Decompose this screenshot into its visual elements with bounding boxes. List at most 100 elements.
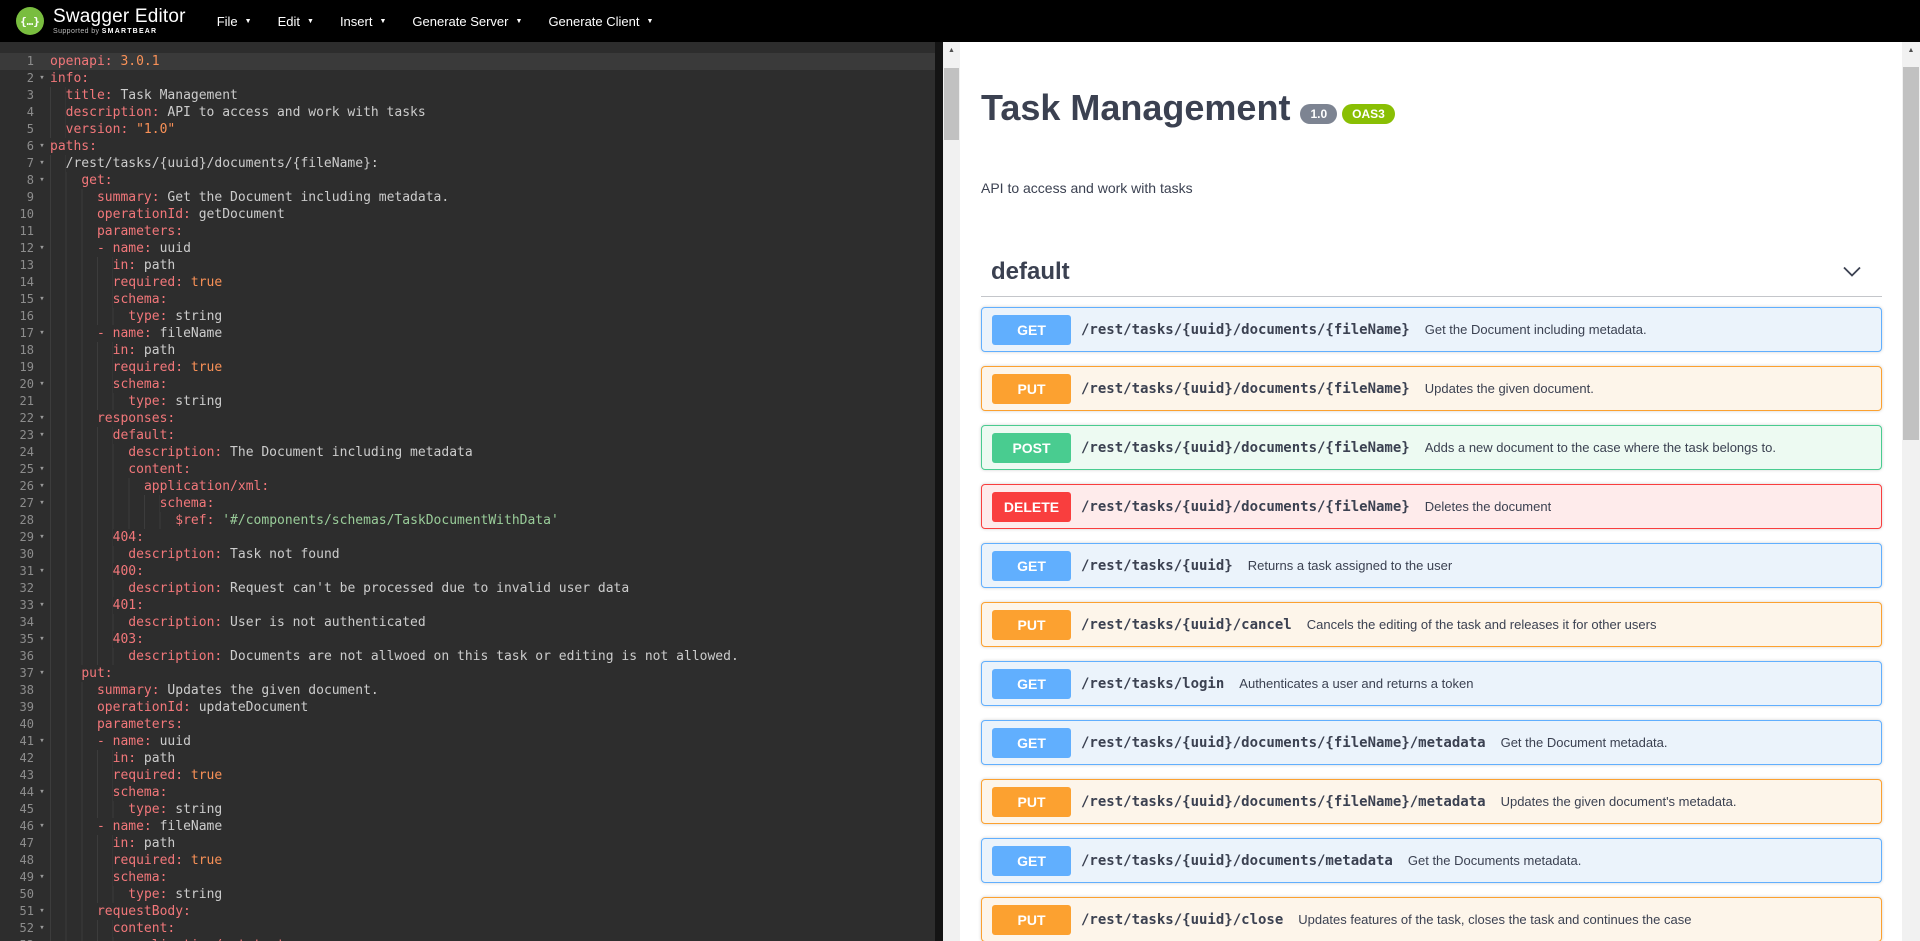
operation-row[interactable]: POST/rest/tasks/{uuid}/documents/{fileNa…: [981, 425, 1882, 470]
code-line-text: in: path: [50, 835, 935, 852]
editor-line: 35▾403:: [0, 631, 935, 648]
editor-line: 31▾400:: [0, 563, 935, 580]
line-number: 8: [0, 172, 34, 189]
fold-caret-icon[interactable]: ▾: [34, 240, 50, 257]
code-line-text: paths:: [50, 138, 935, 155]
operation-row[interactable]: DELETE/rest/tasks/{uuid}/documents/{file…: [981, 484, 1882, 529]
menu-item-generate-client[interactable]: Generate Client ▼: [535, 0, 666, 42]
gutter-spacer: [34, 750, 50, 767]
line-number: 42: [0, 750, 34, 767]
yaml-editor-pane[interactable]: 1openapi: 3.0.12▾info:3title: Task Manag…: [0, 42, 935, 941]
operation-summary: Deletes the document: [1425, 499, 1551, 514]
operation-summary: Updates features of the task, closes the…: [1298, 912, 1691, 927]
indent-guide: [50, 937, 128, 941]
menu-item-insert[interactable]: Insert ▼: [327, 0, 399, 42]
code-line-text: default:: [50, 427, 935, 444]
scroll-up-button[interactable]: ▲: [943, 42, 960, 58]
fold-caret-icon[interactable]: ▾: [34, 427, 50, 444]
editor-line: 13in: path: [0, 257, 935, 274]
preview-scrollbar-thumb[interactable]: [1903, 67, 1919, 440]
line-number: 15: [0, 291, 34, 308]
operation-path: /rest/tasks/{uuid}/documents/{fileName}/…: [1081, 735, 1486, 751]
operation-row[interactable]: GET/rest/tasks/{uuid}Returns a task assi…: [981, 543, 1882, 588]
editor-line: 32description: Request can't be processe…: [0, 580, 935, 597]
fold-caret-icon[interactable]: ▾: [34, 920, 50, 937]
fold-caret-icon[interactable]: ▾: [34, 376, 50, 393]
line-number: 30: [0, 546, 34, 563]
fold-caret-icon[interactable]: ▾: [34, 155, 50, 172]
operation-row[interactable]: PUT/rest/tasks/{uuid}/closeUpdates featu…: [981, 897, 1882, 941]
fold-caret-icon[interactable]: ▾: [34, 70, 50, 87]
indent-guide: [50, 359, 113, 376]
gutter-spacer: [34, 342, 50, 359]
fold-caret-icon[interactable]: ▾: [34, 478, 50, 495]
code-line-text: $ref: '#/components/schemas/TaskDocument…: [50, 512, 935, 529]
fold-caret-icon[interactable]: ▾: [34, 495, 50, 512]
fold-caret-icon[interactable]: ▾: [34, 631, 50, 648]
fold-caret-icon[interactable]: ▾: [34, 818, 50, 835]
fold-caret-icon[interactable]: ▾: [34, 325, 50, 342]
operation-row[interactable]: PUT/rest/tasks/{uuid}/cancelCancels the …: [981, 602, 1882, 647]
fold-caret-icon[interactable]: ▾: [34, 291, 50, 308]
menu-item-file[interactable]: File ▼: [204, 0, 265, 42]
editor-line: 36description: Documents are not allwoed…: [0, 648, 935, 665]
operation-row[interactable]: PUT/rest/tasks/{uuid}/documents/{fileNam…: [981, 779, 1882, 824]
indent-guide: [50, 563, 113, 580]
fold-caret-icon[interactable]: ▾: [34, 172, 50, 189]
fold-caret-icon[interactable]: ▾: [34, 903, 50, 920]
fold-caret-icon[interactable]: ▾: [34, 597, 50, 614]
operation-row[interactable]: GET/rest/tasks/loginAuthenticates a user…: [981, 661, 1882, 706]
pane-splitter[interactable]: [935, 42, 943, 941]
line-number: 14: [0, 274, 34, 291]
fold-caret-icon[interactable]: ▾: [34, 138, 50, 155]
operation-summary: Adds a new document to the case where th…: [1425, 440, 1776, 455]
indent-guide: [50, 767, 113, 784]
editor-line: 12▾- name: uuid: [0, 240, 935, 257]
swagger-editor-logo[interactable]: {…} Swagger Editor Supported by SMARTBEA…: [16, 7, 186, 35]
indent-guide: [50, 223, 97, 240]
line-number: 5: [0, 121, 34, 138]
editor-line: 2▾info:: [0, 70, 935, 87]
fold-caret-icon[interactable]: ▾: [34, 869, 50, 886]
editor-line: 18in: path: [0, 342, 935, 359]
fold-caret-icon[interactable]: ▾: [34, 563, 50, 580]
fold-caret-icon[interactable]: ▾: [34, 410, 50, 427]
line-number: 50: [0, 886, 34, 903]
fold-caret-icon[interactable]: ▾: [34, 784, 50, 801]
line-number: 53: [0, 937, 34, 941]
code-line-text: 401:: [50, 597, 935, 614]
fold-caret-icon[interactable]: ▾: [34, 529, 50, 546]
fold-caret-icon[interactable]: ▾: [34, 665, 50, 682]
operation-summary: Updates the given document.: [1425, 381, 1594, 396]
indent-guide: [50, 104, 66, 121]
menu-item-generate-server[interactable]: Generate Server ▼: [399, 0, 535, 42]
operation-row[interactable]: GET/rest/tasks/{uuid}/documents/{fileNam…: [981, 720, 1882, 765]
gutter-spacer: [34, 580, 50, 597]
menu-item-edit[interactable]: Edit ▼: [265, 0, 327, 42]
fold-caret-icon[interactable]: ▾: [34, 461, 50, 478]
gutter-spacer: [34, 274, 50, 291]
method-badge: PUT: [992, 787, 1071, 817]
preview-scrollbar[interactable]: ▲: [1902, 42, 1920, 941]
line-number: 26: [0, 478, 34, 495]
code-line-text: summary: Get the Document including meta…: [50, 189, 935, 206]
gutter-spacer: [34, 87, 50, 104]
operation-row[interactable]: PUT/rest/tasks/{uuid}/documents/{fileNam…: [981, 366, 1882, 411]
operation-row[interactable]: GET/rest/tasks/{uuid}/documents/{fileNam…: [981, 307, 1882, 352]
line-number: 28: [0, 512, 34, 529]
editor-line: 50type: string: [0, 886, 935, 903]
chevron-down-icon[interactable]: [1842, 266, 1862, 278]
editor-line: 48required: true: [0, 852, 935, 869]
line-number: 25: [0, 461, 34, 478]
gutter-spacer: [34, 886, 50, 903]
fold-caret-icon[interactable]: ▾: [34, 733, 50, 750]
operation-row[interactable]: GET/rest/tasks/{uuid}/documents/metadata…: [981, 838, 1882, 883]
scroll-up-button[interactable]: ▲: [1902, 42, 1920, 58]
editor-scrollbar-thumb[interactable]: [944, 68, 959, 140]
line-number: 11: [0, 223, 34, 240]
line-number: 36: [0, 648, 34, 665]
editor-scrollbar[interactable]: ▲: [943, 42, 960, 941]
section-default-header[interactable]: default: [981, 248, 1882, 297]
indent-guide: [50, 240, 97, 257]
chevron-down-icon: ▼: [245, 18, 252, 25]
